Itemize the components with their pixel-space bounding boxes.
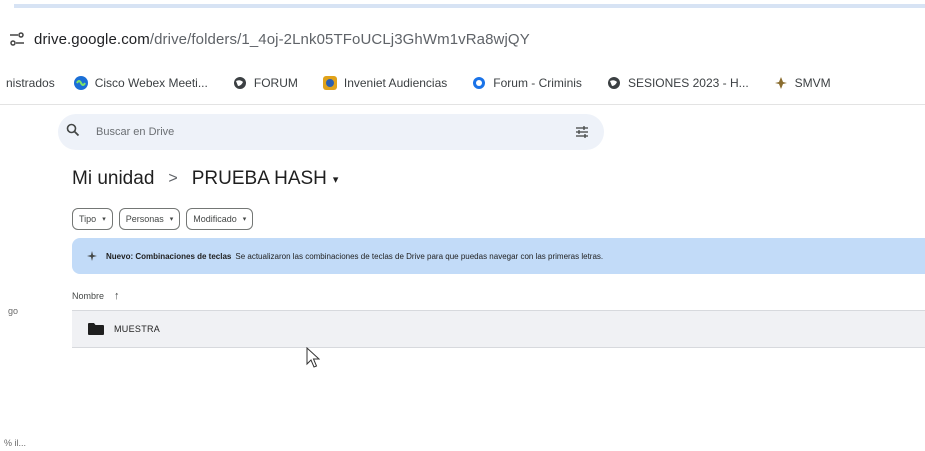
chevron-down-icon: ▾ [102, 216, 106, 223]
filter-modified-chip[interactable]: Modificado ▾ [186, 208, 254, 230]
column-label: Nombre [72, 291, 105, 301]
sidebar-storage-fragment: % il... [4, 438, 27, 448]
chip-label: Tipo [79, 214, 97, 224]
banner-title: Nuevo: Combinaciones de teclas [106, 251, 232, 261]
bookmark-label: SESIONES 2023 - H... [627, 76, 749, 90]
bookmark-label: Cisco Webex Meeti... [94, 76, 208, 90]
url-text[interactable]: drive.google.com/drive/folders/1_4oj-2Ln… [34, 31, 530, 48]
bookmark-item[interactable]: Forum - Criminis [471, 75, 582, 91]
folder-name: MUESTRA [114, 324, 161, 334]
webex-icon [73, 75, 89, 91]
drive-main-panel: Mi unidad > PRUEBA HASH ▾ Tipo ▾ Persona… [58, 160, 925, 451]
bookmark-item[interactable]: Inveniet Audiencias [322, 75, 447, 91]
name-column-header[interactable]: Nombre ↑ [72, 290, 120, 302]
search-icon[interactable] [66, 123, 84, 141]
forum-icon [471, 75, 487, 91]
url-host: drive.google.com [34, 30, 150, 48]
filter-type-chip[interactable]: Tipo ▾ [72, 208, 113, 230]
bookmark-item[interactable]: SESIONES 2023 - H... [606, 75, 749, 91]
globe-icon [232, 75, 248, 91]
folder-menu-caret-icon[interactable]: ▾ [333, 173, 339, 186]
toolbar-divider [0, 104, 925, 105]
filter-chips: Tipo ▾ Personas ▾ Modificado ▾ [72, 208, 254, 230]
folder-icon [88, 323, 104, 335]
address-bar[interactable]: drive.google.com/drive/folders/1_4oj-2Ln… [0, 18, 925, 60]
url-path: /drive/folders/1_4oj-2Lnk05TFoUCLj3GhWm1… [149, 30, 530, 48]
banner-text: Se actualizaron las combinaciones de tec… [235, 251, 604, 261]
chip-label: Modificado [193, 214, 237, 224]
bookmark-item[interactable]: Cisco Webex Meeti... [73, 75, 208, 91]
breadcrumb-separator: > [168, 170, 178, 187]
mouse-cursor-icon [306, 347, 320, 368]
emblem-icon [773, 75, 789, 91]
breadcrumb-current-folder[interactable]: PRUEBA HASH [192, 168, 327, 190]
chevron-down-icon: ▾ [169, 216, 174, 223]
breadcrumb-root[interactable]: Mi unidad [72, 168, 154, 190]
table-row[interactable]: MUESTRA [72, 310, 925, 348]
filter-people-chip[interactable]: Personas ▾ [118, 208, 181, 230]
sort-arrow-up-icon[interactable]: ↑ [114, 290, 120, 302]
drive-search-bar[interactable] [58, 114, 604, 150]
site-settings-icon[interactable] [0, 18, 34, 60]
chevron-down-icon: ▾ [242, 216, 247, 223]
search-options-icon[interactable] [574, 124, 590, 140]
browser-top-edge [0, 0, 925, 8]
bookmark-item[interactable]: SMVM [773, 75, 831, 91]
search-input[interactable] [94, 125, 538, 139]
chip-label: Personas [125, 214, 164, 224]
bookmark-item[interactable]: FORUM [232, 75, 298, 91]
sparkle-icon [86, 250, 98, 262]
bookmark-label: Forum - Criminis [493, 76, 582, 90]
bookmark-label: SMVM [794, 76, 831, 90]
bookmark-label: Inveniet Audiencias [343, 76, 448, 90]
breadcrumb: Mi unidad > PRUEBA HASH ▾ [72, 168, 338, 190]
bookmarks-bar: nistrados Cisco Webex Meeti... FORUM Inv… [0, 68, 925, 98]
sidebar-fragment: go [8, 306, 19, 316]
bookmark-label: FORUM [253, 76, 298, 90]
bookmark-label: nistrados [6, 76, 55, 90]
globe-icon [606, 75, 622, 91]
bookmark-item[interactable]: nistrados [6, 76, 55, 90]
app-icon [322, 75, 338, 91]
shortcuts-banner: Nuevo: Combinaciones de teclas Se actual… [72, 238, 925, 274]
